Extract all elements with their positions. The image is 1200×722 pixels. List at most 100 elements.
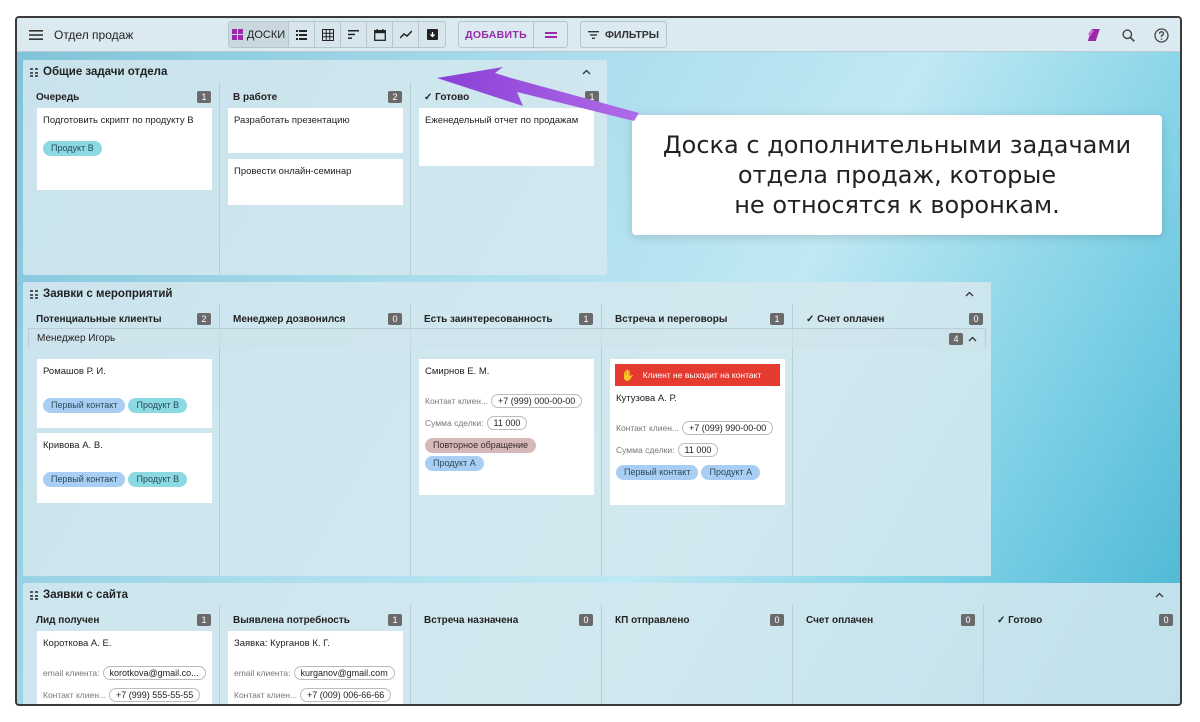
collapse-icon[interactable]: [1153, 590, 1165, 600]
equals-icon: [544, 31, 557, 38]
product-tag: Продукт B: [128, 398, 188, 413]
count-badge: 0: [1159, 614, 1173, 626]
done-check-icon: ✓: [806, 313, 818, 325]
callout-line: Доска с дополнительными задачами: [662, 131, 1132, 159]
calendar-view-button[interactable]: [367, 22, 393, 47]
email-value[interactable]: korotkova@gmail.co...: [102, 666, 206, 680]
drag-handle-icon[interactable]: [30, 290, 38, 300]
collapse-icon[interactable]: [963, 289, 975, 299]
field-label: Сумма сделки:: [425, 418, 484, 428]
card-title: Еженедельный отчет по продажам: [425, 115, 579, 126]
add-options-button[interactable]: [534, 22, 567, 47]
column-title: В работе: [233, 91, 278, 103]
alert-text: Клиент не выходит на контакт: [642, 370, 762, 380]
column: Счет оплачен 0: [793, 605, 984, 704]
lead-card[interactable]: Ромашов Р. И. Первый контакт Продукт B: [37, 359, 212, 428]
lead-card[interactable]: Кривова А. В. Первый контакт Продукт B: [37, 433, 212, 503]
count-badge: 0: [579, 614, 593, 626]
task-card[interactable]: Провести онлайн-семинар: [228, 159, 403, 205]
task-card[interactable]: Разработать презентацию: [228, 108, 403, 153]
stage-tag: Первый контакт: [616, 465, 699, 480]
calendar-icon: [373, 28, 386, 41]
card-title: Подготовить скрипт по продукту B: [43, 115, 194, 126]
board-event-leads: Заявки с мероприятий Потенциальные клиен…: [23, 282, 991, 576]
product-tag: Продукт B: [128, 472, 188, 487]
page-title: Отдел продаж: [54, 28, 134, 42]
count-badge: 0: [770, 614, 784, 626]
phone-value[interactable]: +7 (999) 000-00-00: [491, 394, 583, 408]
board-title: Заявки с мероприятий: [43, 288, 173, 300]
stage-tag: Первый контакт: [43, 398, 126, 413]
column-title: Лид получен: [36, 614, 100, 626]
swimlane-title: Менеджер Игорь: [37, 333, 116, 344]
card-title: Короткова А. Е.: [43, 638, 112, 649]
drag-handle-icon[interactable]: [30, 68, 38, 78]
column-title: Менеджер дозвонился: [233, 313, 346, 325]
chart-view-button[interactable]: [393, 22, 419, 47]
filter-icon: [587, 30, 599, 39]
lead-card[interactable]: ✋ Клиент не выходит на контакт Кутузова …: [610, 359, 785, 505]
sort-view-button[interactable]: [341, 22, 367, 47]
list-view-button[interactable]: [289, 22, 315, 47]
column-title: Счет оплачен: [817, 313, 885, 325]
task-card[interactable]: Подготовить скрипт по продукту B Продукт…: [37, 108, 212, 190]
alert-banner: ✋ Клиент не выходит на контакт: [615, 364, 780, 386]
table-view-button[interactable]: [315, 22, 341, 47]
column-title: КП отправлено: [615, 614, 690, 626]
count-badge: 0: [388, 313, 402, 325]
callout-line: отдела продаж, которые: [737, 161, 1057, 189]
field-label: email клиента:: [234, 668, 291, 678]
column-title: Готово: [435, 91, 470, 103]
archive-view-button[interactable]: [419, 22, 445, 47]
collapse-icon[interactable]: [968, 334, 977, 345]
board-title: Заявки с сайта: [43, 589, 129, 601]
boards-icon: [231, 29, 243, 40]
count-badge: 2: [388, 91, 402, 103]
column-title: Встреча назначена: [424, 614, 519, 626]
callout-line: не относятся к воронкам.: [734, 191, 1060, 219]
email-value[interactable]: kurganov@gmail.com: [293, 666, 395, 680]
column-title: Выявлена потребность: [233, 614, 350, 626]
column-title: Счет оплачен: [806, 614, 874, 626]
trend-icon: [399, 30, 412, 39]
phone-value[interactable]: +7 (009) 006-66-66: [300, 688, 392, 702]
field-label: email клиента:: [43, 668, 100, 678]
list-icon: [296, 29, 307, 40]
column-title: Встреча и переговоры: [615, 313, 728, 325]
deal-sum-value[interactable]: 11 000: [486, 416, 528, 430]
done-check-icon: ✓: [424, 91, 436, 103]
board-general-tasks: Общие задачи отдела Очередь 1 В работе 2 ✓…: [23, 60, 607, 275]
top-toolbar: Отдел продаж ДОСКИ ДОБАВИТЬ ФИЛЬТРЫ: [17, 18, 1180, 52]
annotation-callout: Доска с дополнительными задачами отдела …: [632, 115, 1162, 235]
eraser-icon[interactable]: [1085, 25, 1105, 45]
search-icon[interactable]: [1117, 24, 1139, 46]
swimlane-header[interactable]: Менеджер Игорь 4: [28, 328, 986, 348]
phone-value[interactable]: +7 (999) 555-55-55: [109, 688, 201, 702]
count-badge: 1: [579, 313, 593, 325]
count-badge: 1: [770, 313, 784, 325]
field-label: Контакт клиен...: [616, 423, 679, 433]
drag-handle-icon[interactable]: [30, 591, 38, 601]
menu-icon[interactable]: [25, 24, 47, 46]
field-label: Сумма сделки:: [616, 445, 675, 455]
filters-button[interactable]: ФИЛЬТРЫ: [580, 21, 667, 48]
lead-card[interactable]: Смирнов Е. М. Контакт клиен... +7 (999) 0…: [419, 359, 594, 495]
phone-value[interactable]: +7 (099) 990-00-00: [682, 421, 774, 435]
lead-card[interactable]: Заявка: Курганов К. Г. email клиента: kur…: [228, 631, 403, 704]
card-title: Провести онлайн-семинар: [234, 166, 352, 177]
collapse-icon[interactable]: [580, 67, 592, 77]
stage-tag: Повторное обращение: [425, 438, 537, 453]
board-site-leads: Заявки с сайта Лид получен 1 Выявлена пот…: [23, 583, 1180, 704]
column-title: Есть заинтересованность: [424, 313, 553, 325]
app-window: Отдел продаж ДОСКИ ДОБАВИТЬ ФИЛЬТРЫ Общи…: [15, 16, 1182, 706]
help-icon[interactable]: [1150, 24, 1172, 46]
count-badge: 0: [969, 313, 983, 325]
deal-sum-value[interactable]: 11 000: [677, 443, 719, 457]
sort-icon: [348, 30, 359, 39]
boards-view-button[interactable]: ДОСКИ: [229, 22, 289, 47]
product-tag: Продукт B: [43, 141, 102, 156]
task-card[interactable]: Еженедельный отчет по продажам: [419, 108, 594, 166]
card-title: Ромашов Р. И.: [43, 366, 106, 377]
add-button[interactable]: ДОБАВИТЬ: [459, 22, 534, 47]
lead-card[interactable]: Короткова А. Е. email клиента: korotkova@…: [37, 631, 212, 704]
